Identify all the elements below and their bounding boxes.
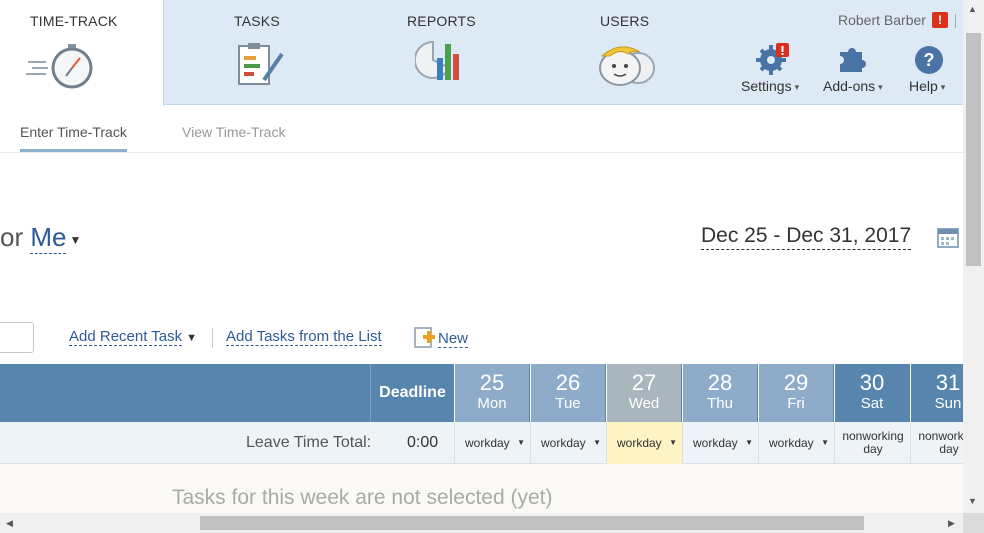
- help-icon: ?: [915, 46, 943, 74]
- chevron-down-icon: ▼: [186, 332, 198, 344]
- scroll-down-arrow-icon[interactable]: ▼: [968, 496, 977, 506]
- day-type-value: workday: [541, 436, 586, 450]
- leave-time-label: Leave Time Total:: [246, 434, 372, 451]
- nav-tab-time-track[interactable]: TIME-TRACK: [0, 0, 164, 106]
- chevron-down-icon: ▾: [940, 82, 946, 92]
- users-icon: [599, 46, 655, 86]
- day-number: 26: [555, 370, 581, 395]
- divider: [955, 14, 956, 28]
- user-name[interactable]: Robert Barber: [838, 12, 926, 28]
- day-header-sat: 30 Sat: [834, 364, 909, 422]
- day-number: 25: [479, 370, 505, 395]
- day-type-value: workday: [617, 436, 662, 450]
- gear-icon: [756, 43, 789, 75]
- new-task-label: New: [438, 330, 469, 348]
- day-of-week: Fri: [787, 395, 805, 412]
- calendar-icon[interactable]: [937, 226, 959, 248]
- leave-time-total: 0:00: [407, 434, 439, 451]
- day-header-wed: 27 Wed: [606, 364, 681, 422]
- nav-tab-label: TIME-TRACK: [30, 13, 118, 29]
- day-of-week: Mon: [477, 395, 507, 412]
- day-of-week: Thu: [707, 395, 733, 412]
- chevron-down-icon: ▾: [878, 82, 883, 92]
- day-header-mon: 25 Mon: [454, 364, 529, 422]
- day-type-select-fri[interactable]: workday ▼: [758, 422, 834, 464]
- alert-badge-icon[interactable]: !: [932, 12, 948, 28]
- vertical-scrollbar-thumb[interactable]: [966, 33, 981, 266]
- svg-text:?: ?: [924, 50, 935, 70]
- day-number: 27: [631, 370, 657, 395]
- day-of-week: Sat: [860, 395, 884, 412]
- day-header-tue: 26 Tue: [530, 364, 605, 422]
- puzzle-icon: [840, 48, 866, 72]
- chevron-down-icon: ▼: [593, 438, 601, 447]
- new-document-icon: [414, 327, 435, 348]
- day-number: 30: [859, 370, 885, 395]
- user-select[interactable]: Me: [30, 222, 67, 254]
- new-task-button[interactable]: New: [414, 326, 469, 348]
- day-type-select-sun[interactable]: nonworking day: [910, 422, 963, 464]
- nav-tab-label: USERS: [600, 13, 650, 29]
- add-tasks-from-list-link[interactable]: Add Tasks from the List: [226, 328, 382, 346]
- app-window: TIME-TRACK TASKS REPORTS USERS Robert Ba…: [0, 0, 984, 533]
- nav-tab-label: REPORTS: [407, 13, 476, 29]
- scroll-up-arrow-icon[interactable]: ▲: [968, 4, 977, 14]
- chevron-down-icon: ▼: [517, 438, 525, 447]
- task-search-input[interactable]: [0, 322, 34, 353]
- chevron-down-icon: ▼: [669, 438, 677, 447]
- day-type-select-thu[interactable]: workday ▼: [682, 422, 758, 464]
- clipboard-icon: [238, 43, 284, 85]
- day-type-value: nonworking day: [842, 429, 904, 456]
- day-header-thu: 28 Thu: [682, 364, 757, 422]
- day-number: 28: [707, 370, 733, 395]
- nav-tab-label: TASKS: [234, 13, 280, 29]
- chevron-down-icon[interactable]: ▼: [69, 233, 81, 247]
- day-type-select-tue[interactable]: workday ▼: [530, 422, 606, 464]
- horizontal-scrollbar-thumb[interactable]: [200, 516, 864, 530]
- day-number: 29: [783, 370, 809, 395]
- date-range-picker[interactable]: Dec 25 - Dec 31, 2017: [701, 224, 912, 250]
- chevron-down-icon: ▼: [821, 438, 829, 447]
- subtab-view-time-track[interactable]: View Time-Track: [182, 124, 285, 140]
- addons-label: Add-ons: [823, 78, 876, 94]
- add-tasks-from-list-label: Add Tasks from the List: [226, 328, 382, 346]
- day-of-week: Wed: [628, 395, 660, 412]
- day-type-value: workday: [769, 436, 814, 450]
- bar-chart-icon: [415, 40, 459, 80]
- for-user-line: or Me ▼: [0, 222, 81, 254]
- empty-state-message: Tasks for this week are not selected (ye…: [172, 486, 553, 509]
- deadline-header: Deadline: [370, 364, 454, 422]
- chevron-down-icon: ▾: [794, 82, 800, 92]
- scrollbar-corner: [963, 513, 984, 533]
- scroll-left-arrow-icon[interactable]: ◀: [6, 518, 13, 529]
- day-type-value: nonworking day: [918, 429, 963, 456]
- day-header-fri: 29 Fri: [758, 364, 833, 422]
- day-type-select-wed[interactable]: workday ▼: [606, 422, 682, 464]
- divider: [212, 328, 213, 348]
- subtab-enter-time-track[interactable]: Enter Time-Track: [20, 124, 127, 152]
- day-of-week: Tue: [555, 395, 581, 412]
- help-label: Help: [909, 78, 938, 94]
- for-prefix: or: [0, 222, 24, 252]
- day-type-select-mon[interactable]: workday ▼: [454, 422, 530, 464]
- scroll-right-arrow-icon[interactable]: ▶: [948, 518, 955, 529]
- add-recent-task-label: Add Recent Task: [69, 328, 183, 346]
- chevron-down-icon: ▼: [745, 438, 753, 447]
- add-recent-task-button[interactable]: Add Recent Task ▼: [69, 328, 198, 346]
- subtab-bar: Enter Time-Track View Time-Track: [0, 106, 963, 153]
- day-type-value: workday: [465, 436, 510, 450]
- settings-label: Settings: [741, 78, 792, 94]
- day-type-value: workday: [693, 436, 738, 450]
- stopwatch-icon: [26, 44, 93, 89]
- day-type-select-sat[interactable]: nonworking day: [834, 422, 910, 464]
